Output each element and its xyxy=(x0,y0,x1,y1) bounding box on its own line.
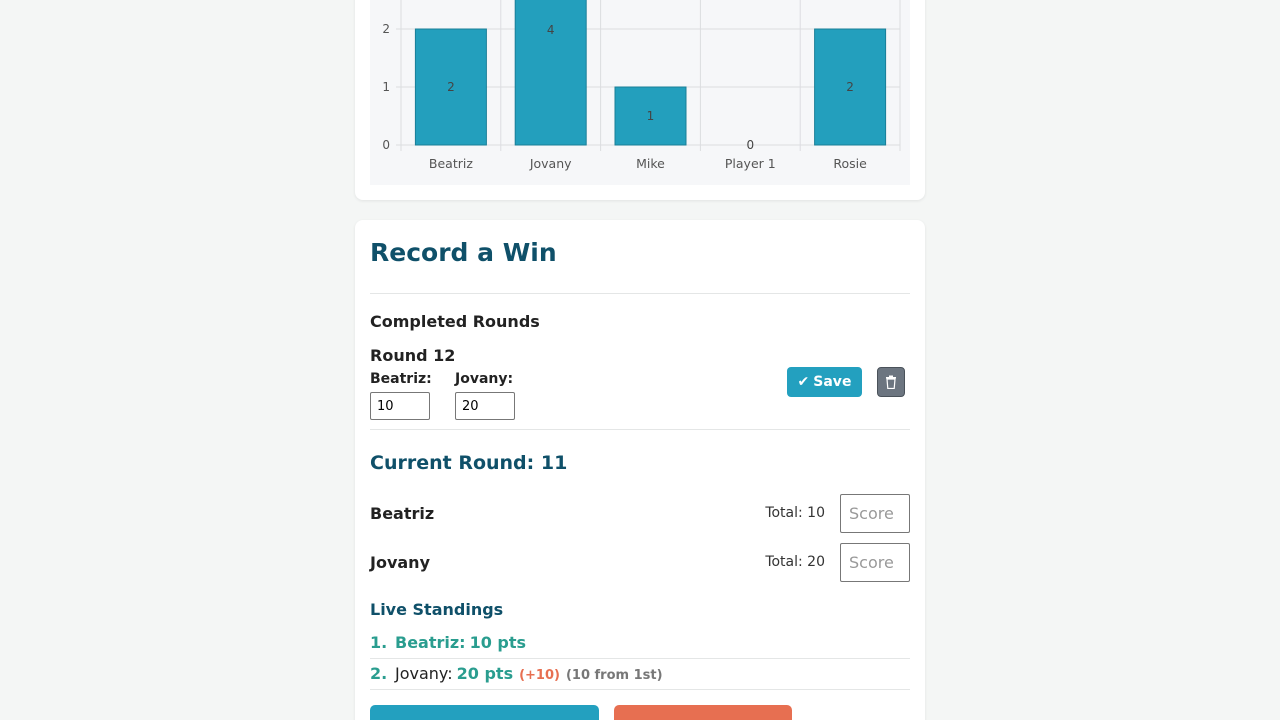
check-icon: ✔ xyxy=(797,374,810,390)
delete-round-button[interactable] xyxy=(877,367,905,397)
standing-name: Beatriz: xyxy=(395,633,466,652)
round-label: Round 12 xyxy=(370,346,456,365)
x-tick-label: Beatriz xyxy=(429,156,473,171)
divider xyxy=(370,658,910,659)
bar-value-label: 1 xyxy=(647,109,655,123)
player-name-beatriz: Beatriz xyxy=(370,504,435,523)
y-tick-label: 2 xyxy=(382,22,390,36)
score-input-beatriz[interactable] xyxy=(840,494,910,533)
save-button-label: Save xyxy=(813,374,852,390)
live-standings-heading: Live Standings xyxy=(370,600,504,619)
round-score-input-beatriz[interactable] xyxy=(370,392,430,420)
bar-value-label: 2 xyxy=(846,80,854,94)
x-tick-label: Rosie xyxy=(833,156,867,171)
wins-bar-chart: 0 1 2 2 Beatriz 4 Jovany 1 Mike 0 Player 1 2 Rosie xyxy=(370,0,910,185)
player-total-beatriz: Total: 10 xyxy=(765,505,825,521)
x-tick-label: Player 1 xyxy=(725,156,776,171)
entry-label-beatriz: Beatriz: xyxy=(370,371,432,387)
standing-rank: 1. xyxy=(370,633,388,652)
wins-chart-card: 0 1 2 2 Beatriz 4 Jovany 1 Mike 0 Player 1 2 Rosie xyxy=(355,0,925,200)
round-score-input-jovany[interactable] xyxy=(455,392,515,420)
standing-points: 10 pts xyxy=(469,633,527,652)
x-tick-label: Mike xyxy=(636,156,665,171)
y-tick-label: 0 xyxy=(382,138,390,152)
divider xyxy=(370,689,910,690)
record-win-card: Record a Win Completed Rounds Round 12 B… xyxy=(355,220,925,720)
x-tick-label: Jovany xyxy=(529,156,572,171)
page-title: Record a Win xyxy=(370,238,557,267)
secondary-action-button[interactable] xyxy=(614,705,792,720)
bar-jovany xyxy=(514,0,587,146)
standing-rank: 2. xyxy=(370,664,388,683)
bar-value-label: 2 xyxy=(447,80,455,94)
trash-icon xyxy=(886,375,896,389)
player-name-jovany: Jovany xyxy=(370,553,430,572)
y-tick-label: 1 xyxy=(382,80,390,94)
standing-points: 20 pts xyxy=(456,664,514,683)
entry-label-jovany: Jovany: xyxy=(455,371,514,387)
score-input-jovany[interactable] xyxy=(840,543,910,582)
player-total-jovany: Total: 20 xyxy=(765,554,825,570)
standing-diff: (+10) xyxy=(519,668,560,683)
current-round-label: Current Round: 11 xyxy=(370,452,568,474)
primary-action-button[interactable] xyxy=(370,705,599,720)
bar-value-label: 4 xyxy=(547,23,555,37)
chart-svg: 0 1 2 2 Beatriz 4 Jovany 1 Mike 0 Player 1 2 Rosie xyxy=(382,0,901,171)
divider xyxy=(370,429,910,430)
standing-name: Jovany: xyxy=(395,664,453,683)
standing-behind: (10 from 1st) xyxy=(565,668,663,683)
completed-rounds-heading: Completed Rounds xyxy=(370,312,540,331)
divider xyxy=(370,293,910,294)
bar-value-label: 0 xyxy=(746,138,754,152)
save-button[interactable]: ✔ Save xyxy=(787,367,862,397)
